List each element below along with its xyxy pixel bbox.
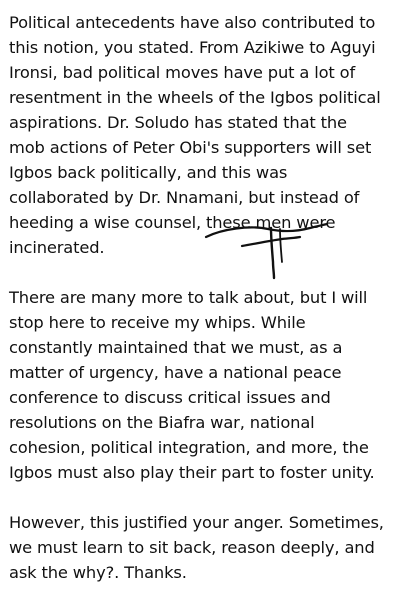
text-line: stop here to receive my whips. While [9, 313, 306, 332]
text-line: conference to discuss critical issues an… [9, 388, 331, 407]
paragraph-1: Political antecedents have also contribu… [9, 10, 399, 260]
text-line: cohesion, political integration, and mor… [9, 438, 369, 457]
text-line: ask the why?. Thanks. [9, 563, 187, 582]
text-line: constantly maintained that we must, as a [9, 338, 343, 357]
document-body: Political antecedents have also contribu… [9, 10, 399, 585]
text-line: matter of urgency, have a national peace [9, 363, 342, 382]
paragraph-2: There are many more to talk about, but I… [9, 285, 399, 485]
text-line: Igbos must also play their part to foste… [9, 463, 375, 482]
text-line: There are many more to talk about, but I… [9, 288, 368, 307]
text-line: resolutions on the Biafra war, national [9, 413, 315, 432]
text-line: Igbos back politically, and this was [9, 163, 288, 182]
text-line: aspirations. Dr. Soludo has stated that … [9, 113, 347, 132]
text-line: heeding a wise counsel, these men were [9, 213, 336, 232]
text-line: However, this justified your anger. Some… [9, 513, 384, 532]
text-line: this notion, you stated. From Azikiwe to… [9, 38, 376, 57]
text-line: incinerated. [9, 238, 105, 257]
text-line: collaborated by Dr. Nnamani, but instead… [9, 188, 360, 207]
text-line: Ironsi, bad political moves have put a l… [9, 63, 356, 82]
text-line: mob actions of Peter Obi's supporters wi… [9, 138, 372, 157]
text-line: Political antecedents have also contribu… [9, 13, 376, 32]
text-line: resentment in the wheels of the Igbos po… [9, 88, 381, 107]
text-line: we must learn to sit back, reason deeply… [9, 538, 375, 557]
paragraph-3: However, this justified your anger. Some… [9, 510, 399, 585]
